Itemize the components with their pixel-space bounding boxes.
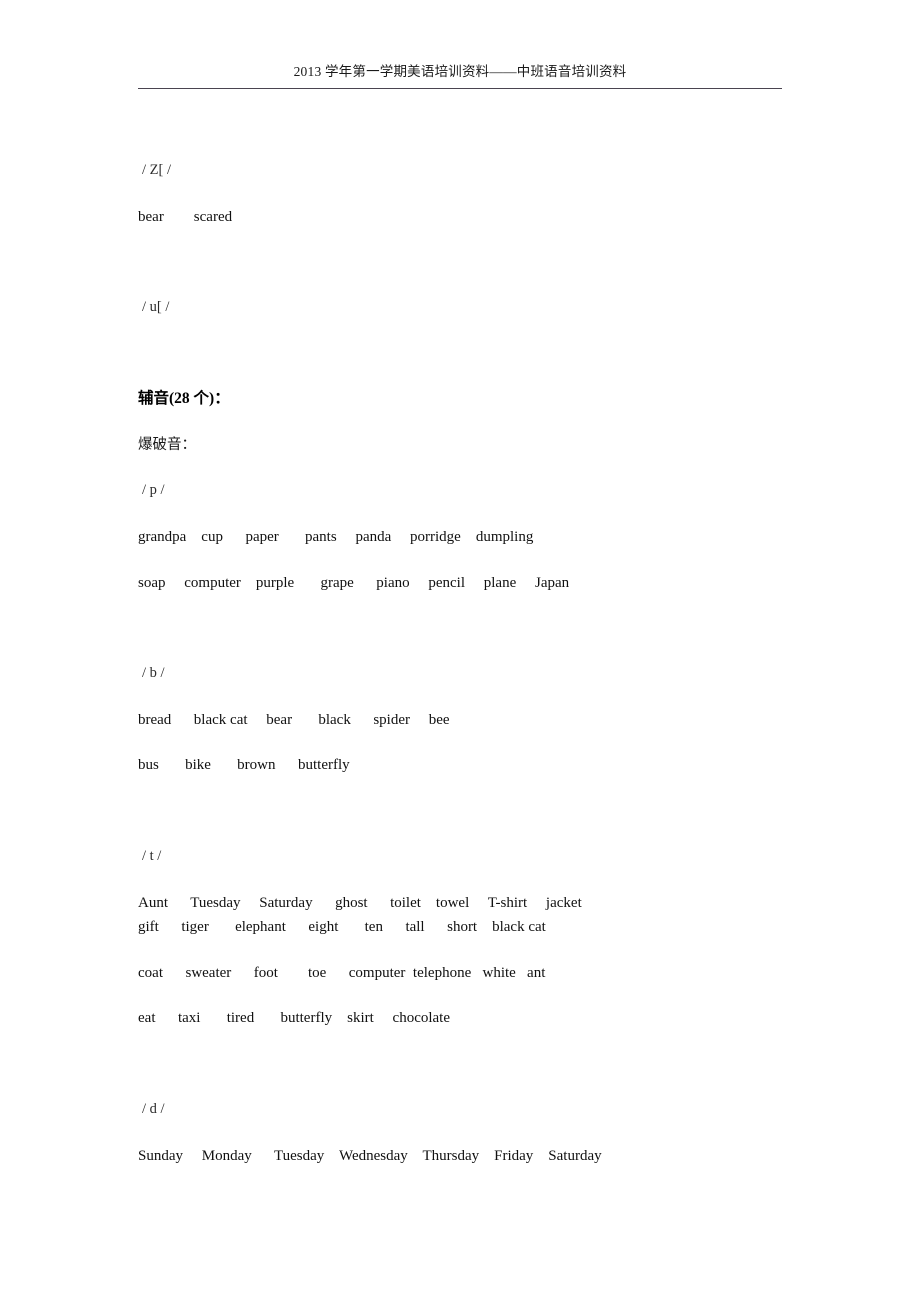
phonetic-symbol-b: / b /	[142, 665, 165, 681]
phonetic-symbol-vowel-1: / Z[ /	[142, 162, 171, 178]
phonetic-symbol-d: / d /	[142, 1101, 165, 1117]
page-header-text: 2013 学年第一学期美语培训资料——中班语音培训资料	[293, 64, 627, 79]
header-divider-rule	[138, 88, 782, 89]
document-page: 2013 学年第一学期美语培训资料——中班语音培训资料 / Z[ / bear …	[0, 0, 920, 1302]
word-list-p-line-2: soap computer purple grape piano pencil …	[138, 575, 570, 591]
phonetic-symbol-p: / p /	[142, 482, 165, 498]
word-list-p-line-1: grandpa cup paper pants panda porridge d…	[138, 529, 534, 545]
word-list-b-line-2: bus bike brown butterfly	[138, 757, 350, 773]
phonetic-symbol-t: / t /	[142, 848, 162, 864]
word-list-vowel-1: bear scared	[138, 209, 233, 225]
phonetic-symbol-vowel-2: / u[ /	[142, 299, 170, 315]
word-list-t-line-3: coat sweater foot toe computer telephone…	[138, 965, 546, 981]
subsection-label-plosives: 爆破音：	[138, 437, 196, 453]
word-list-t-line-1: Aunt Tuesday Saturday ghost toilet towel…	[138, 895, 582, 911]
word-list-t-line-2: gift tiger elephant eight ten tall short…	[138, 919, 546, 935]
word-list-d-line-1: Sunday Monday Tuesday Wednesday Thursday…	[138, 1148, 602, 1164]
section-title-consonants: 辅音(28 个)：	[138, 390, 230, 407]
word-list-b-line-1: bread black cat bear black spider bee	[138, 712, 450, 728]
word-list-t-line-4: eat taxi tired butterfly skirt chocolate	[138, 1010, 450, 1026]
